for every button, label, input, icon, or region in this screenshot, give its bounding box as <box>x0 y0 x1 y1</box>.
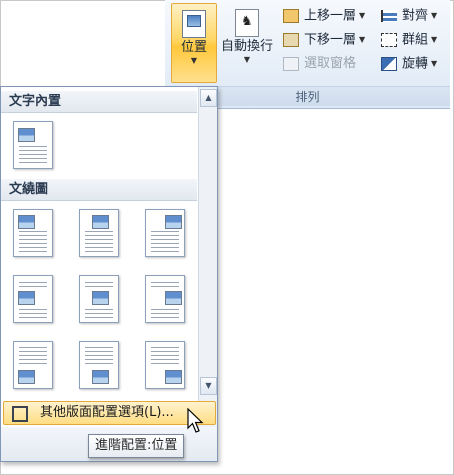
group-label: 群組 <box>402 32 429 48</box>
group-button[interactable]: 群組 ▼ <box>381 28 437 52</box>
scroll-down-icon[interactable]: ▼ <box>200 377 217 395</box>
chevron-down-icon: ▼ <box>431 59 438 68</box>
wrap-top-center-option[interactable] <box>79 209 119 257</box>
chevron-down-icon: ▼ <box>243 55 251 64</box>
selection-pane-icon <box>283 56 299 71</box>
position-dropdown: 文字內置 文繞圖 ▲ ▼ 其他版面配置選項(L)... <box>0 86 218 462</box>
more-layout-options-label: 其他版面配置選項(L)... <box>40 405 174 420</box>
more-layout-options-item[interactable]: 其他版面配置選項(L)... <box>3 401 216 425</box>
inline-with-text-option[interactable] <box>13 121 53 169</box>
wrap-section-header: 文繞圖 <box>1 179 197 201</box>
arrange-column: 對齊 ▼ 群組 ▼ 旋轉 ▼ <box>381 4 437 76</box>
wrap-bottom-right-option[interactable] <box>145 341 185 389</box>
wrap-middle-center-option[interactable] <box>79 275 119 323</box>
group-icon <box>381 33 397 47</box>
mouse-cursor-icon <box>187 408 204 433</box>
send-backward-button[interactable]: 下移一層 ▼ <box>283 28 365 52</box>
layer-column: 上移一層 ▼ 下移一層 ▼ 選取窗格 <box>283 4 365 76</box>
selection-pane-button[interactable]: 選取窗格 <box>283 52 365 76</box>
wrap-top-right-option[interactable] <box>145 209 185 257</box>
bring-forward-button[interactable]: 上移一層 ▼ <box>283 4 365 28</box>
align-button[interactable]: 對齊 ▼ <box>381 4 437 28</box>
chevron-down-icon: ▼ <box>431 11 438 20</box>
chevron-down-icon: ▼ <box>359 11 366 20</box>
bring-forward-icon <box>283 9 299 23</box>
wrap-text-button[interactable]: ♞ 自動換行 ▼ <box>221 3 273 83</box>
rotate-icon <box>381 57 397 71</box>
selection-pane-label: 選取窗格 <box>304 56 357 71</box>
position-icon <box>182 10 206 38</box>
align-label: 對齊 <box>402 8 429 24</box>
bring-forward-label: 上移一層 <box>304 8 357 24</box>
scroll-up-icon[interactable]: ▲ <box>200 89 217 107</box>
wrap-bottom-left-option[interactable] <box>13 341 53 389</box>
send-backward-label: 下移一層 <box>304 32 357 48</box>
position-label: 位置 <box>180 40 207 55</box>
position-button[interactable]: 位置 ▼ <box>171 3 217 83</box>
rotate-label: 旋轉 <box>402 56 429 72</box>
chevron-down-icon: ▼ <box>431 35 438 44</box>
wrap-bottom-center-option[interactable] <box>79 341 119 389</box>
tooltip: 進階配置:位置 <box>88 434 185 458</box>
wrap-text-label: 自動換行 <box>221 39 274 54</box>
send-backward-icon <box>283 33 299 47</box>
chevron-down-icon: ▼ <box>359 35 366 44</box>
wrap-middle-right-option[interactable] <box>145 275 185 323</box>
layout-options-icon <box>12 406 28 422</box>
wrap-top-left-option[interactable] <box>13 209 53 257</box>
inline-section-header: 文字內置 <box>1 91 197 113</box>
chevron-down-icon: ▼ <box>190 56 198 65</box>
rotate-button[interactable]: 旋轉 ▼ <box>381 52 437 76</box>
wrap-text-icon: ♞ <box>235 9 259 37</box>
align-icon <box>381 10 397 22</box>
wrap-middle-left-option[interactable] <box>13 275 53 323</box>
